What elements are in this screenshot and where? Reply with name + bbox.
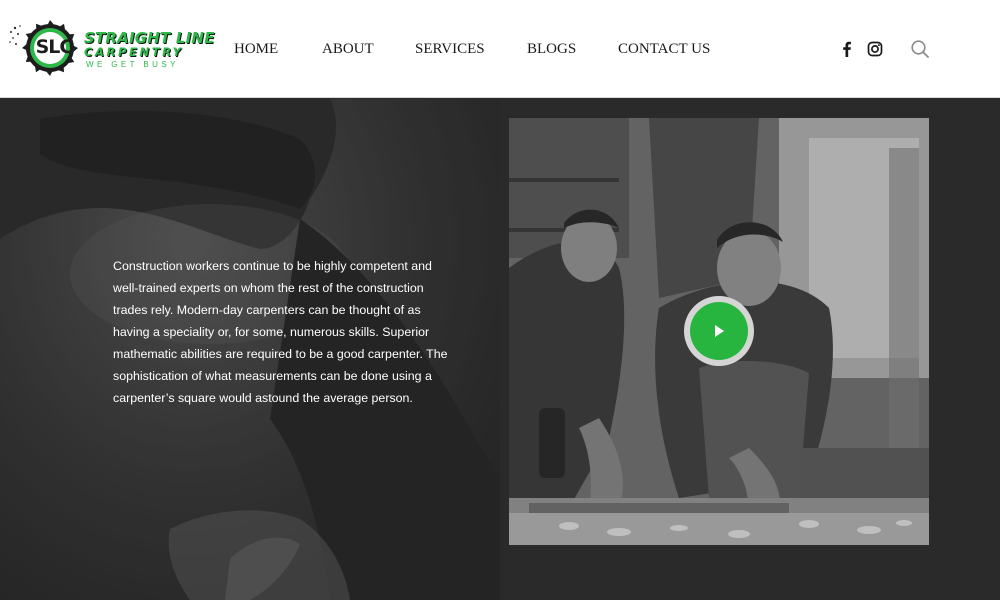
facebook-icon[interactable]	[838, 40, 856, 58]
nav-home[interactable]: HOME	[234, 40, 278, 58]
logo-name-line1: STRAIGHT LINE	[84, 29, 215, 47]
nav-contact-us[interactable]: CONTACT US	[618, 40, 710, 58]
hero-background-image: Construction workers continue to be high…	[0, 99, 500, 600]
instagram-icon[interactable]	[866, 40, 884, 58]
hero-section: Construction workers continue to be high…	[0, 99, 1000, 600]
search-icon[interactable]	[910, 39, 930, 59]
hero-paragraph: Construction workers continue to be high…	[113, 259, 448, 405]
logo-name-line2: CARPENTRY	[84, 45, 184, 59]
play-icon	[715, 325, 724, 337]
logo-monogram: SLC	[35, 36, 74, 58]
play-button-circle	[690, 302, 748, 360]
play-button[interactable]	[684, 296, 754, 366]
nav-blogs[interactable]: BLOGS	[527, 40, 576, 58]
nav-about[interactable]: ABOUT	[322, 40, 374, 58]
video-thumbnail[interactable]	[509, 118, 929, 545]
brand-logo[interactable]: SLC STRAIGHT LINE CARPENTRY WE GET BUSY	[8, 20, 214, 76]
logo-tagline: WE GET BUSY	[86, 60, 179, 69]
nav-services[interactable]: SERVICES	[415, 40, 485, 58]
site-header: SLC STRAIGHT LINE CARPENTRY WE GET BUSY …	[0, 0, 1000, 98]
